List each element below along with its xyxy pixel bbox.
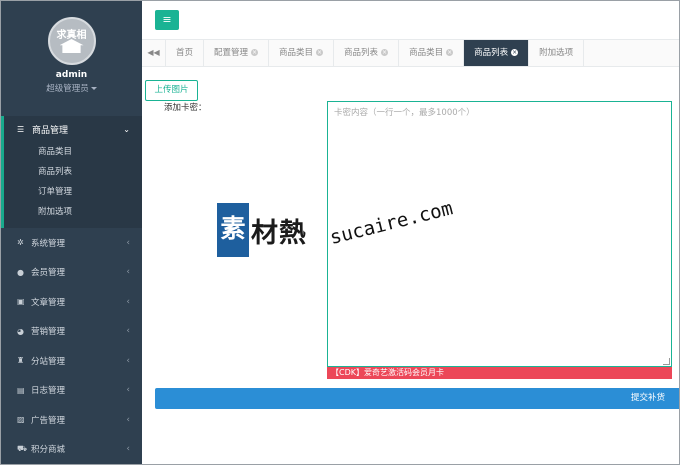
cart-icon: ⛟ xyxy=(17,444,28,454)
tab-config[interactable]: 配置管理 × xyxy=(204,40,270,66)
menu-item-logs[interactable]: ▤ 日志管理 ‹ xyxy=(1,376,142,406)
close-icon[interactable]: × xyxy=(381,49,389,56)
caret-down-icon xyxy=(90,87,97,90)
submit-restock-button[interactable]: 提交补货 xyxy=(155,388,679,409)
menu-item-label: 日志管理 xyxy=(31,386,66,397)
add-card-label: 添加卡密： xyxy=(164,103,207,113)
profile-name: admin xyxy=(55,70,88,80)
log-icon: ▤ xyxy=(17,385,25,395)
tab-label: 商品类目 xyxy=(409,48,444,58)
pie-chart-icon: ◕ xyxy=(17,326,24,336)
tab-categories-2[interactable]: 商品类目 × xyxy=(399,40,465,66)
tab-label: 配置管理 xyxy=(214,48,249,58)
image-icon: ▨ xyxy=(17,415,25,425)
submenu-item-categories[interactable]: 商品类目 xyxy=(4,142,142,162)
menu-item-goods-management[interactable]: ☰ 商品管理 ⌄ xyxy=(4,116,142,142)
menu-item-ads[interactable]: ▨ 广告管理 ‹ xyxy=(1,405,142,435)
menu-item-label: 系统管理 xyxy=(31,238,66,249)
close-icon[interactable]: × xyxy=(251,49,259,56)
menu-item-label: 营销管理 xyxy=(31,327,66,338)
menu-item-label: 商品管理 xyxy=(32,125,69,136)
chevron-left-icon: ‹ xyxy=(126,385,130,396)
gear-icon: ✲ xyxy=(17,238,24,248)
menu-item-substations[interactable]: ♜ 分站管理 ‹ xyxy=(1,346,142,376)
close-icon[interactable]: × xyxy=(446,49,454,56)
menu-item-marketing[interactable]: ◕ 营销管理 ‹ xyxy=(1,317,142,347)
submenu-item-goods-list[interactable]: 商品列表 xyxy=(4,162,142,182)
chevron-left-icon: ‹ xyxy=(126,444,130,455)
resize-handle[interactable] xyxy=(663,358,670,365)
chevron-left-icon: ‹ xyxy=(126,267,130,278)
sidebar-menu: ☰ 商品管理 ⌄ 商品类目 商品列表 订单管理 附加选项 ✲ 系统管理 ‹ ● … xyxy=(1,116,142,464)
chevron-down-icon: ⌄ xyxy=(123,124,130,134)
menu-icon: ≡ xyxy=(162,13,172,26)
sidebar: 求真相 admin 超级管理员 ☰ 商品管理 ⌄ 商品类目 商品列表 订单管理 … xyxy=(1,1,142,464)
tab-label: 商品类目 xyxy=(279,48,314,58)
menu-group-active: ☰ 商品管理 ⌄ 商品类目 商品列表 订单管理 附加选项 xyxy=(1,116,142,228)
close-icon[interactable]: × xyxy=(316,49,324,56)
menu-item-label: 文章管理 xyxy=(31,297,66,308)
tabs-scroll-left-button[interactable]: ◀◀ xyxy=(142,40,166,66)
watermark-logo: 素 材熱 xyxy=(217,203,307,257)
users-icon: ● xyxy=(17,267,24,277)
chevron-left-icon: ‹ xyxy=(126,326,130,337)
menu-item-label: 分站管理 xyxy=(31,356,66,367)
sitemap-icon: ♜ xyxy=(17,356,25,366)
watermark-box: 素 xyxy=(217,203,249,257)
product-name-bar: 【CDK】爱奇艺激活码会员月卡 xyxy=(327,367,672,379)
menu-toggle-button[interactable]: ≡ xyxy=(155,10,179,30)
tab-home[interactable]: 首页 xyxy=(166,40,205,66)
menu-item-label: 会员管理 xyxy=(31,268,66,279)
avatar[interactable]: 求真相 xyxy=(47,17,96,65)
profile-role-dropdown[interactable]: 超级管理员 xyxy=(1,82,142,94)
tab-goods-list[interactable]: 商品列表 × xyxy=(334,40,400,66)
house-icon xyxy=(59,39,84,53)
list-icon: ☰ xyxy=(17,124,25,134)
menu-item-label: 广告管理 xyxy=(31,415,66,426)
chevron-left-icon: ‹ xyxy=(126,414,130,425)
chevron-left-icon: ‹ xyxy=(126,237,130,248)
tab-options[interactable]: 附加选项 xyxy=(529,40,585,66)
page-tabs: ◀◀ 首页 配置管理 × 商品类目 × 商品列表 × 商品类目 × 商品列表 × 附加选项 xyxy=(142,40,679,67)
menu-item-system[interactable]: ✲ 系统管理 ‹ xyxy=(1,228,142,258)
top-navbar: ≡ xyxy=(142,1,679,40)
tab-goods-list-active[interactable]: 商品列表 × xyxy=(464,40,530,66)
profile: 求真相 admin 超级管理员 xyxy=(1,1,142,101)
tab-label: 附加选项 xyxy=(539,48,574,58)
submenu-item-options[interactable]: 附加选项 xyxy=(4,202,142,222)
tab-label: 首页 xyxy=(176,48,194,58)
tab-label: 商品列表 xyxy=(474,48,509,58)
watermark-text: 材熱 xyxy=(251,217,307,249)
upload-image-button[interactable]: 上传图片 xyxy=(145,80,198,101)
profile-role-label: 超级管理员 xyxy=(46,84,89,94)
tab-categories[interactable]: 商品类目 × xyxy=(269,40,335,66)
tab-label: 商品列表 xyxy=(344,48,379,58)
submenu-item-orders[interactable]: 订单管理 xyxy=(4,182,142,202)
menu-item-points-mall[interactable]: ⛟ 积分商城 ‹ xyxy=(1,435,142,465)
menu-item-members[interactable]: ● 会员管理 ‹ xyxy=(1,258,142,288)
chevron-left-icon: ‹ xyxy=(126,355,130,366)
chevron-left-icon: ‹ xyxy=(126,296,130,307)
copy-icon: ▣ xyxy=(17,297,25,307)
menu-item-articles[interactable]: ▣ 文章管理 ‹ xyxy=(1,287,142,317)
avatar-text: 求真相 xyxy=(56,30,87,41)
close-icon[interactable]: × xyxy=(511,49,519,56)
menu-item-label: 积分商城 xyxy=(31,445,66,456)
